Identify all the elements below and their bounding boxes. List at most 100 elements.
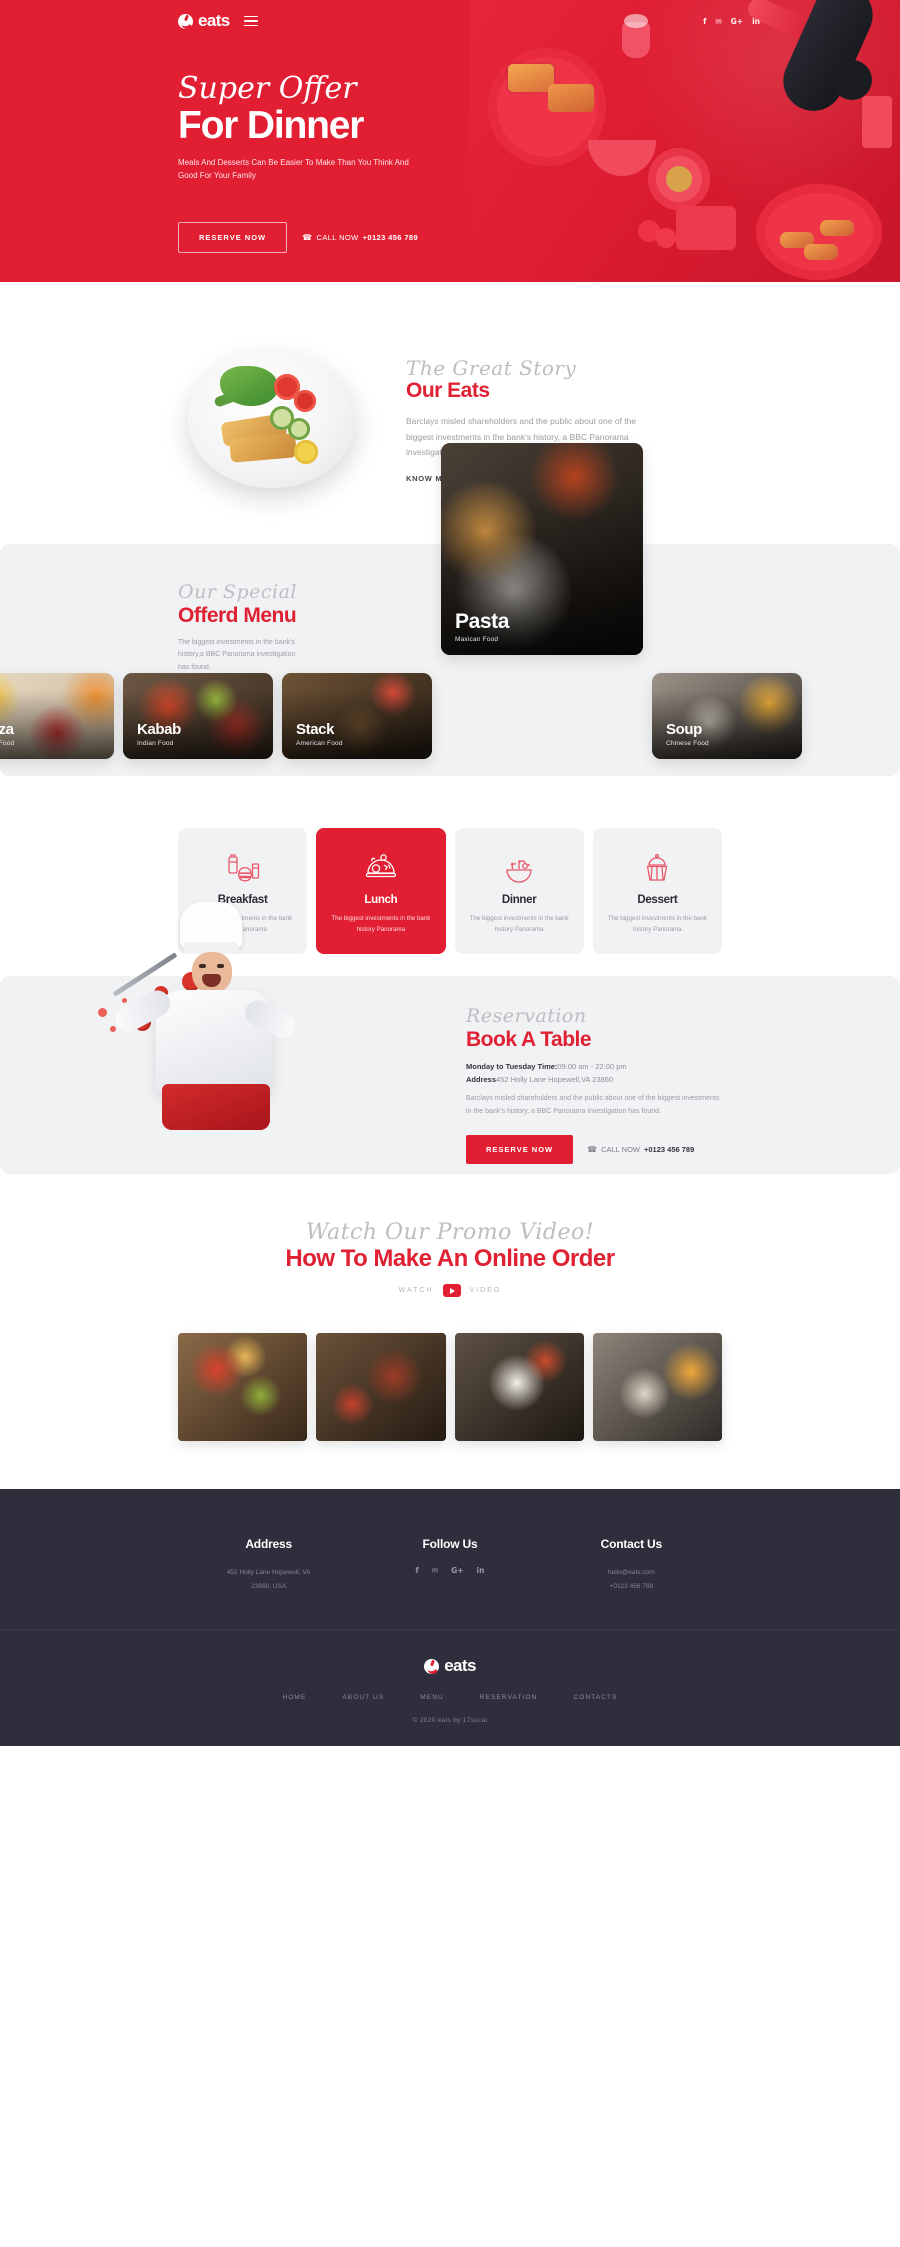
brand-name: eats <box>198 11 230 30</box>
menu-card-cuisine: Maxican Food <box>455 636 499 643</box>
footer-address-line-2: 23860, USA <box>251 1582 287 1590</box>
reservation-call-now-label: CALL NOW <box>601 1144 640 1154</box>
menu-card-cuisine: American Food <box>296 740 343 747</box>
reservation-hours-label: Monday to Tuesday Time: <box>466 1062 558 1072</box>
reservation-cta-group: RESERVE NOW ☎ CALL NOW +0123 456 789 <box>466 1134 766 1164</box>
reservation-copy: Barclays misled shareholders and the pub… <box>466 1095 720 1115</box>
hero-call-now-label: CALL NOW <box>316 233 359 243</box>
twitter-icon[interactable]: ✉ <box>715 17 721 26</box>
reservation-phone-number: +0123 456 789 <box>644 1144 695 1154</box>
footer-address-line-1: 452 Holly Lane Hopewell, VA <box>226 1569 311 1577</box>
reservation-address-label: Address <box>466 1075 497 1085</box>
menu-card-title: Pasta <box>455 610 510 633</box>
reservation-hours-value: 09:00 am - 22:00 pm <box>557 1062 627 1072</box>
watch-label-right: VIDEO <box>469 1287 502 1295</box>
footer-nav-home[interactable]: HOME <box>282 1694 306 1701</box>
hero-section: eats f ✉ G+ in Super Offer For Dinner Me… <box>0 0 900 282</box>
menu-card-cuisine: Indian Food <box>137 740 174 747</box>
meal-card-desc: The biggest investments in the bank hist… <box>607 915 707 934</box>
footer-column-address: Address 452 Holly Lane Hopewell, VA 2386… <box>178 1537 359 1593</box>
angry-chef-photo <box>96 901 346 1174</box>
reservation-address: Address452 Holly Lane Hopewell,VA 23860 <box>466 1075 766 1084</box>
footer-columns: Address 452 Holly Lane Hopewell, VA 2386… <box>0 1537 900 1593</box>
promo-video-section: Watch Our Promo Video! How To Make An On… <box>0 1174 900 1489</box>
meal-card-dinner[interactable]: Dinner The biggest investments in the ba… <box>454 828 584 954</box>
menu-card-stack[interactable]: Stack American Food <box>282 673 432 759</box>
meal-card-dessert[interactable]: Dessert The biggest investments in the b… <box>592 828 722 954</box>
gallery-item-3[interactable] <box>454 1333 584 1442</box>
eats-leaf-circle-icon <box>178 13 193 29</box>
meal-card-title: Dessert <box>637 894 678 906</box>
footer-brand-logo[interactable]: eats <box>0 1630 900 1676</box>
special-menu-cards: Pizza Italian Food Kabab Indian Food Sta… <box>0 443 900 759</box>
site-footer: Address 452 Holly Lane Hopewell, VA 2386… <box>0 1489 900 1747</box>
reservation-reserve-now-button[interactable]: RESERVE NOW <box>466 1134 574 1164</box>
salad-bowl-icon <box>468 848 571 888</box>
google-plus-icon[interactable]: G+ <box>451 1566 463 1575</box>
gallery-item-1[interactable] <box>178 1333 308 1442</box>
promo-gallery <box>0 1297 900 1489</box>
menu-card-pizza[interactable]: Pizza Italian Food <box>0 673 114 759</box>
linkedin-icon[interactable]: in <box>477 1566 485 1575</box>
footer-nav-reservation[interactable]: RESERVATION <box>480 1694 538 1701</box>
linkedin-icon[interactable]: in <box>752 17 760 26</box>
menu-card-title: Kabab <box>137 721 181 738</box>
footer-nav-about-us[interactable]: ABOUT US <box>342 1694 384 1701</box>
phone-icon: ☎ <box>302 233 313 243</box>
special-menu-section: Our Special Offerd Menu The biggest inve… <box>0 443 900 776</box>
menu-card-kabab[interactable]: Kabab Indian Food <box>123 673 273 759</box>
eats-leaf-circle-icon <box>424 1658 440 1674</box>
gallery-item-2[interactable] <box>316 1333 446 1442</box>
reservation-call-now[interactable]: ☎ CALL NOW +0123 456 789 <box>587 1145 694 1154</box>
menu-card-title: Stack <box>296 721 335 738</box>
youtube-play-icon[interactable] <box>442 1284 461 1298</box>
phone-icon: ☎ <box>587 1144 598 1154</box>
hamburger-menu-icon[interactable] <box>243 15 258 27</box>
reservation-section: Reservation Book A Table Monday to Tuesd… <box>0 901 900 1174</box>
hero-reserve-now-button[interactable]: RESERVE NOW <box>178 222 288 254</box>
top-navigation[interactable]: eats f ✉ G+ in <box>0 0 900 42</box>
footer-column-title: Address <box>245 1537 292 1552</box>
about-title: Our Eats <box>406 378 490 402</box>
menu-card-pasta[interactable]: Pasta Maxican Food <box>441 443 643 655</box>
menu-card-cuisine: Italian Food <box>0 740 15 747</box>
meal-card-desc: The biggest investments in the bank hist… <box>469 915 569 934</box>
hero-food-photo <box>470 0 900 282</box>
watch-video-button[interactable]: WATCH VIDEO <box>0 1284 900 1298</box>
about-dish-photo <box>178 344 368 494</box>
footer-email[interactable]: hello@eats.com <box>541 1566 722 1580</box>
footer-phone[interactable]: +0123 456 789 <box>541 1580 722 1594</box>
reservation-text-block: Reservation Book A Table Monday to Tuesd… <box>466 1006 766 1164</box>
footer-column-contact-us: Contact Us hello@eats.com +0123 456 789 <box>541 1537 722 1593</box>
footer-social-links[interactable]: f ✉ G+ in <box>359 1566 540 1575</box>
landing-page: eats f ✉ G+ in Super Offer For Dinner Me… <box>0 0 900 1747</box>
cupcake-icon <box>606 848 709 888</box>
promo-script-title: Watch Our Promo Video! <box>305 1219 595 1245</box>
gallery-item-4[interactable] <box>592 1333 722 1442</box>
reservation-hours: Monday to Tuesday Time:09:00 am - 22:00 … <box>466 1062 766 1071</box>
facebook-icon[interactable]: f <box>703 17 706 26</box>
about-script-title: The Great Story <box>406 355 577 380</box>
burger-drink-icon <box>191 848 294 888</box>
twitter-icon[interactable]: ✉ <box>432 1566 438 1575</box>
hero-content: Super Offer For Dinner Meals And Dessert… <box>178 74 508 254</box>
hero-call-now[interactable]: ☎ CALL NOW +0123 456 789 <box>302 233 418 242</box>
footer-nav-menu[interactable]: MENU <box>420 1694 444 1701</box>
footer-navigation[interactable]: HOME ABOUT US MENU RESERVATION CONTACTS <box>0 1676 900 1701</box>
footer-copyright: © 2020 eats by 17sucai <box>412 1717 488 1725</box>
menu-card-title: Soup <box>666 721 702 738</box>
footer-nav-contacts[interactable]: CONTACTS <box>573 1694 617 1701</box>
nav-social-links[interactable]: f ✉ G+ in <box>703 17 760 26</box>
facebook-icon[interactable]: f <box>416 1566 419 1575</box>
google-plus-icon[interactable]: G+ <box>731 17 743 26</box>
footer-brand-name: eats <box>444 1656 476 1676</box>
watch-label-left: WATCH <box>398 1287 434 1295</box>
hero-cta-group: RESERVE NOW ☎ CALL NOW +0123 456 789 <box>178 222 508 254</box>
meal-card-title: Dinner <box>501 894 537 906</box>
footer-column-follow-us: Follow Us f ✉ G+ in <box>359 1537 540 1593</box>
hero-title: For Dinner <box>178 104 364 147</box>
brand-logo[interactable]: eats <box>178 11 230 31</box>
reservation-script-title: Reservation <box>466 1004 587 1027</box>
menu-card-soup[interactable]: Soup Chinese Food <box>652 673 802 759</box>
footer-column-title: Contact Us <box>600 1537 663 1552</box>
